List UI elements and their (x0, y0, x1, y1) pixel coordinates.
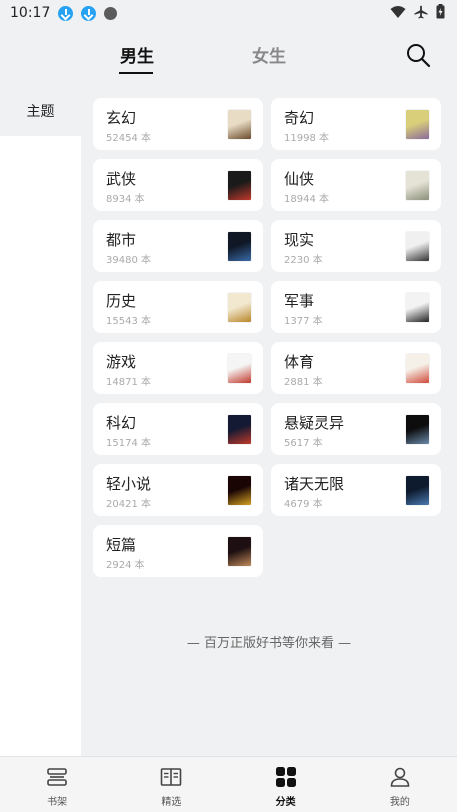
nav-label: 分类 (275, 797, 296, 808)
bottom-nav: 书架 精选 分类 我的 (0, 756, 457, 812)
status-bar: 10:17 (0, 0, 457, 26)
book-cover-thumbnail (406, 110, 429, 139)
header: 男生 女生 (0, 26, 457, 86)
category-card[interactable]: 奇幻 11998 本 (271, 98, 441, 150)
nav-label: 精选 (161, 797, 182, 808)
category-card[interactable]: 短篇 2924 本 (93, 525, 263, 577)
category-card[interactable]: 都市 39480 本 (93, 220, 263, 272)
category-name: 游戏 (106, 353, 137, 371)
category-book-count: 18944 本 (284, 194, 329, 205)
category-name: 奇幻 (284, 109, 315, 127)
nav-item-bookshelf[interactable]: 书架 (0, 757, 114, 812)
category-card[interactable]: 体育 2881 本 (271, 342, 441, 394)
category-book-count: 15543 本 (106, 316, 151, 327)
sidebar: 主题 (0, 86, 81, 756)
status-icons (390, 4, 445, 19)
book-cover-thumbnail (228, 354, 251, 383)
category-book-count: 39480 本 (106, 255, 151, 266)
search-icon[interactable] (404, 41, 432, 69)
download-notification-icon (81, 5, 97, 21)
category-book-count: 15174 本 (106, 438, 151, 449)
category-card[interactable]: 悬疑灵异 5617 本 (271, 403, 441, 455)
tab-male[interactable]: 男生 (120, 42, 154, 67)
category-book-count: 1377 本 (284, 316, 323, 327)
category-grid: 玄幻 52454 本 奇幻 11998 本武侠 8934 本 仙侠 18944 本都市 394… (93, 98, 443, 577)
category-card[interactable]: 武侠 8934 本 (93, 159, 263, 211)
category-book-count: 5617 本 (284, 438, 323, 449)
category-card[interactable]: 科幻 15174 本 (93, 403, 263, 455)
category-card[interactable]: 诸天无限 4679 本 (271, 464, 441, 516)
category-card[interactable]: 轻小说 20421 本 (93, 464, 263, 516)
open-book-icon (161, 768, 182, 786)
book-cover-thumbnail (228, 232, 251, 261)
book-cover-thumbnail (406, 415, 429, 444)
category-name: 短篇 (106, 536, 137, 554)
category-book-count: 2230 本 (284, 255, 323, 266)
status-time: 10:17 (10, 5, 51, 21)
book-cover-thumbnail (228, 110, 251, 139)
category-book-count: 20421 本 (106, 499, 151, 510)
category-name: 科幻 (106, 414, 137, 432)
book-cover-thumbnail (228, 171, 251, 200)
category-name: 轻小说 (106, 475, 152, 493)
category-name: 历史 (106, 292, 137, 310)
nav-label: 我的 (389, 797, 410, 808)
category-book-count: 2881 本 (284, 377, 323, 388)
category-grid-icon (275, 767, 296, 787)
book-cover-thumbnail (406, 293, 429, 322)
category-name: 都市 (106, 231, 137, 249)
category-book-count: 2924 本 (106, 560, 145, 571)
category-name: 仙侠 (284, 170, 315, 188)
book-cover-thumbnail (228, 537, 251, 566)
nav-label: 书架 (47, 797, 68, 808)
wifi-icon (390, 5, 406, 18)
category-name: 武侠 (106, 170, 137, 188)
category-card[interactable]: 游戏 14871 本 (93, 342, 263, 394)
nav-item-profile[interactable]: 我的 (343, 757, 457, 812)
category-name: 玄幻 (106, 109, 137, 127)
book-cover-thumbnail (406, 476, 429, 505)
category-book-count: 52454 本 (106, 133, 151, 144)
book-cover-thumbnail (406, 354, 429, 383)
category-book-count: 8934 本 (106, 194, 145, 205)
category-screen: 10:17 男生 女生 主题 玄幻 52454 本 奇幻 11998 本 武侠 … (0, 0, 457, 812)
book-cover-thumbnail (228, 476, 251, 505)
battery-icon (436, 4, 445, 19)
slogan: — 百万正版好书等你来看 — (186, 636, 352, 651)
category-card[interactable]: 历史 15543 本 (93, 281, 263, 333)
category-card[interactable]: 现实 2230 本 (271, 220, 441, 272)
tab-female[interactable]: 女生 (252, 42, 286, 67)
category-name: 现实 (284, 231, 315, 249)
book-cover-thumbnail (228, 293, 251, 322)
book-cover-thumbnail (228, 415, 251, 444)
category-card[interactable]: 军事 1377 本 (271, 281, 441, 333)
category-name: 悬疑灵异 (284, 414, 345, 432)
sidebar-item-theme[interactable]: 主题 (0, 86, 81, 136)
profile-icon (390, 767, 410, 787)
category-card[interactable]: 玄幻 52454 本 (93, 98, 263, 150)
category-book-count: 4679 本 (284, 499, 323, 510)
category-name: 军事 (284, 292, 315, 310)
category-book-count: 11998 本 (284, 133, 329, 144)
active-tab-indicator (119, 72, 153, 74)
book-cover-thumbnail (406, 171, 429, 200)
nav-item-featured[interactable]: 精选 (114, 757, 228, 812)
book-cover-thumbnail (406, 232, 429, 261)
notification-dot-icon (104, 6, 118, 20)
category-name: 体育 (284, 353, 315, 371)
category-book-count: 14871 本 (106, 377, 151, 388)
category-card[interactable]: 仙侠 18944 本 (271, 159, 441, 211)
airplane-mode-icon (414, 5, 428, 18)
download-notification-icon (58, 5, 74, 21)
nav-item-category[interactable]: 分类 (229, 757, 343, 812)
category-name: 诸天无限 (284, 475, 345, 493)
bookshelf-icon (47, 768, 67, 786)
